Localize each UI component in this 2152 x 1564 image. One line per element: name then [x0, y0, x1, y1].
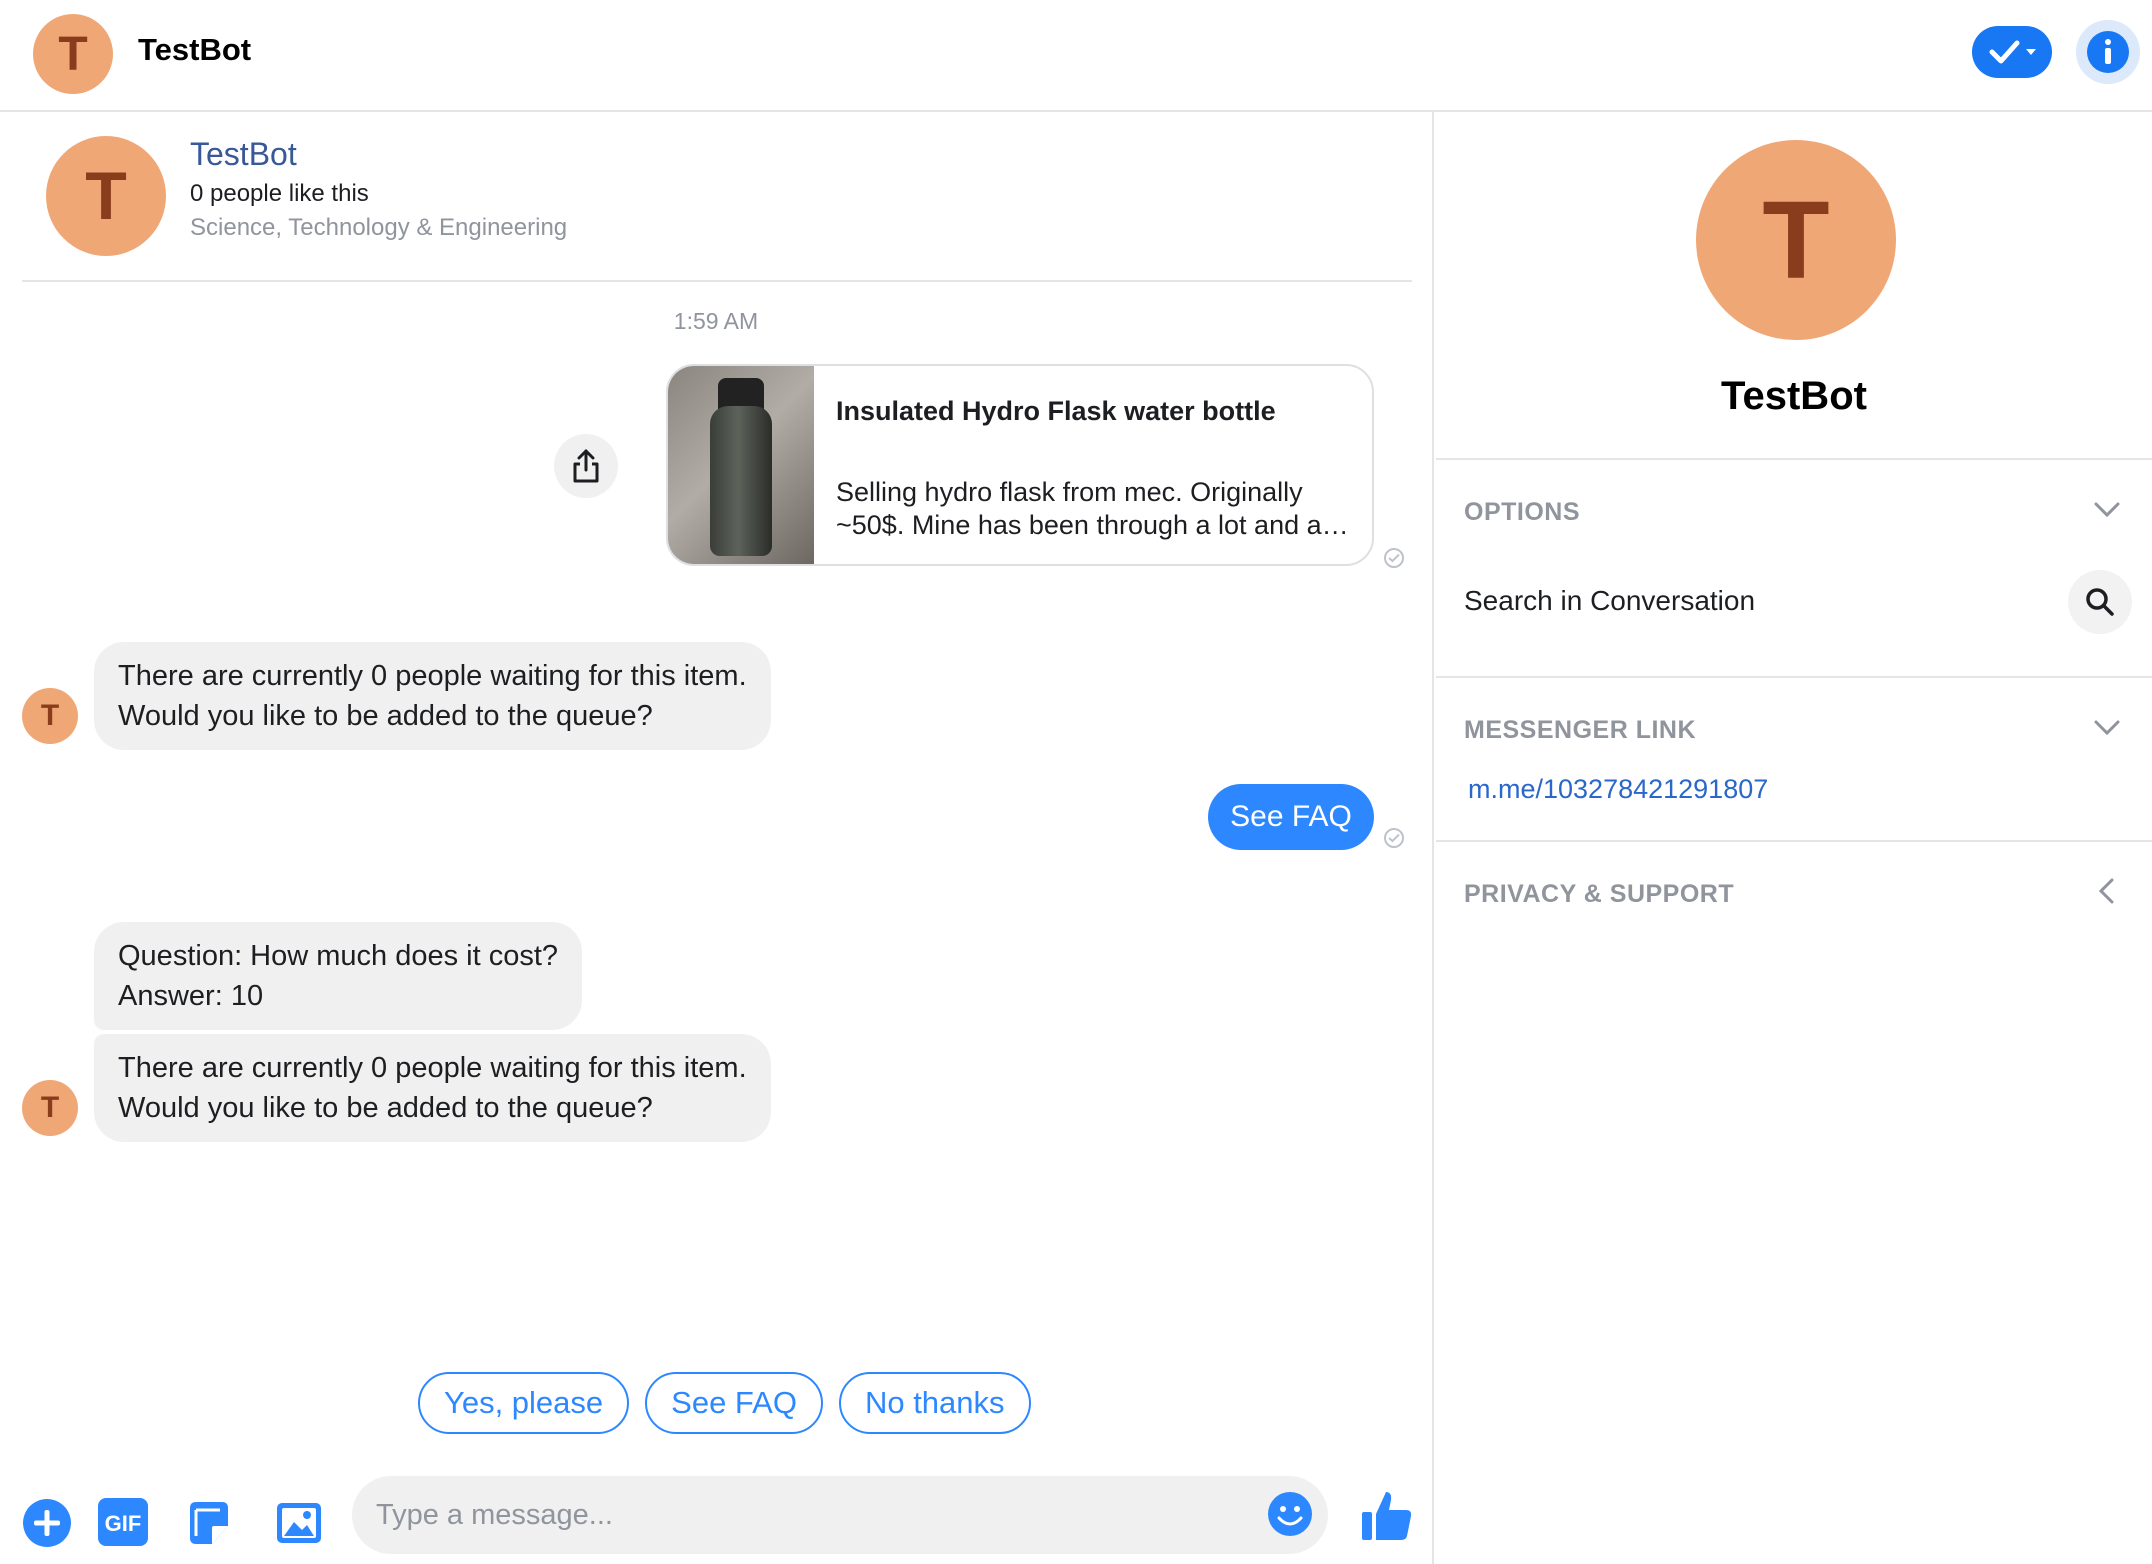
info-icon	[2087, 31, 2129, 73]
chat-panel: T TestBot 0 people like this Science, Te…	[0, 112, 1434, 1564]
gif-icon[interactable]: GIF	[96, 1496, 150, 1548]
product-desc-line2: ~50$. Mine has been through a lot and an…	[836, 510, 1356, 540]
gif-label: GIF	[105, 1511, 142, 1536]
page-avatar[interactable]: T	[46, 136, 166, 256]
sticker-icon[interactable]	[184, 1498, 234, 1548]
user-message[interactable]: See FAQ	[1208, 784, 1374, 850]
product-description: Selling hydro flask from mec. Originally…	[836, 476, 1356, 542]
mark-done-button[interactable]	[1972, 26, 2052, 78]
privacy-divider	[1436, 840, 2152, 842]
profile-avatar[interactable]: T	[1696, 140, 1896, 340]
search-button[interactable]	[2068, 570, 2132, 634]
page-category: Science, Technology & Engineering	[190, 214, 568, 241]
bot-message[interactable]: Question: How much does it cost? Answer:…	[94, 922, 583, 1030]
photo-icon[interactable]	[274, 1498, 324, 1548]
quick-reply-yes[interactable]: Yes, please	[418, 1372, 630, 1434]
message-input[interactable]	[352, 1476, 1328, 1554]
bot-message-line: Question: How much does it cost?	[118, 940, 559, 972]
page-name-link[interactable]: TestBot	[190, 136, 297, 173]
quick-replies: Yes, please See FAQ No thanks	[418, 1372, 1031, 1434]
quick-reply-faq[interactable]: See FAQ	[645, 1372, 823, 1434]
options-header[interactable]: OPTIONS	[1464, 498, 1580, 527]
bot-message-line: Answer: 10	[118, 980, 264, 1012]
chevron-left-icon[interactable]	[2090, 874, 2124, 908]
bot-message-line: Would you like to be added to the queue?	[118, 1092, 653, 1124]
quick-reply-no[interactable]: No thanks	[838, 1372, 1031, 1434]
bottle-shape	[710, 406, 772, 556]
message-timestamp: 1:59 AM	[673, 308, 759, 334]
conversation-header: T TestBot	[0, 0, 2152, 112]
product-card[interactable]: Insulated Hydro Flask water bottle Selli…	[666, 364, 1374, 566]
seen-check-icon	[1384, 828, 1404, 848]
emoji-icon[interactable]	[1266, 1490, 1314, 1538]
bot-message[interactable]: There are currently 0 people waiting for…	[94, 642, 771, 750]
messenger-link-header[interactable]: MESSENGER LINK	[1464, 716, 1696, 745]
avatar[interactable]: T	[33, 14, 113, 94]
product-title: Insulated Hydro Flask water bottle	[836, 396, 1276, 426]
bot-message-line: Would you like to be added to the queue?	[118, 700, 653, 732]
add-icon[interactable]	[22, 1498, 72, 1548]
chevron-down-icon[interactable]	[2090, 710, 2124, 744]
bot-avatar[interactable]: T	[22, 688, 78, 744]
search-in-conversation[interactable]: Search in Conversation	[1464, 585, 1755, 617]
info-side-panel: T TestBot OPTIONS Search in Conversation…	[1436, 112, 2152, 1564]
seen-check-icon	[1384, 548, 1404, 568]
bot-message[interactable]: There are currently 0 people waiting for…	[94, 1034, 771, 1142]
share-icon	[573, 449, 599, 483]
chevron-down-icon[interactable]	[2090, 492, 2124, 526]
info-button[interactable]	[2076, 20, 2140, 84]
profile-name: TestBot	[1721, 374, 1867, 418]
privacy-support-header[interactable]: PRIVACY & SUPPORT	[1464, 880, 1734, 909]
share-button[interactable]	[554, 434, 618, 498]
checkmark-icon	[1989, 40, 2036, 64]
page-info-card: T TestBot 0 people like this Science, Te…	[22, 112, 1412, 282]
messenger-link-section	[1436, 676, 2152, 842]
message-composer: GIF	[0, 1476, 1434, 1564]
page-likes: 0 people like this	[190, 180, 369, 207]
search-icon	[2086, 588, 2114, 616]
bot-message-line: There are currently 0 people waiting for…	[118, 660, 747, 692]
conversation-title[interactable]: TestBot	[138, 32, 251, 68]
thumbs-up-icon[interactable]	[1358, 1488, 1414, 1544]
bot-avatar[interactable]: T	[22, 1080, 78, 1136]
options-section	[1436, 458, 2152, 676]
bot-message-line: There are currently 0 people waiting for…	[118, 1052, 747, 1084]
product-desc-line1: Selling hydro flask from mec. Originally	[836, 477, 1303, 507]
messenger-link[interactable]: m.me/103278421291807	[1468, 774, 1768, 805]
product-image	[668, 366, 814, 564]
